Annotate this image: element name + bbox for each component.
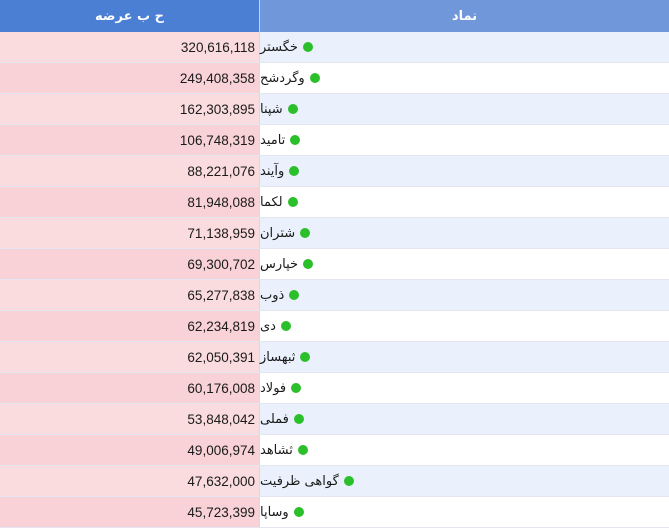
symbol-label[interactable]: خگستر [260, 40, 298, 55]
symbol-cell[interactable]: شتران [260, 218, 669, 248]
table-row[interactable]: 45,723,399 وساپا [0, 497, 669, 528]
symbol-cell[interactable]: گواهی ظرفیت [260, 466, 669, 496]
table-row[interactable]: 49,006,974 ثشاهد [0, 435, 669, 466]
table-row[interactable]: 60,176,008 فولاد [0, 373, 669, 404]
table-row[interactable]: 81,948,088 لکما [0, 187, 669, 218]
symbol-cell[interactable]: ثشاهد [260, 435, 669, 465]
status-dot-icon [297, 445, 308, 455]
table-row[interactable]: 65,277,838 ذوب [0, 280, 669, 311]
table-row[interactable]: 62,234,819 دی [0, 311, 669, 342]
table-row[interactable]: 249,408,358 وگردشح [0, 63, 669, 94]
symbol-label[interactable]: ذوب [260, 288, 284, 303]
symbol-cell[interactable]: خپارس [260, 249, 669, 279]
status-dot-icon [293, 414, 304, 424]
supply-volume-cell: 249,408,358 [0, 63, 260, 93]
status-dot-icon [300, 352, 311, 362]
status-dot-icon [302, 42, 313, 52]
table-row[interactable]: 88,221,076 وآیند [0, 156, 669, 187]
supply-volume-cell: 62,234,819 [0, 311, 260, 341]
table-row[interactable]: 71,138,959 شتران [0, 218, 669, 249]
status-dot-icon [287, 104, 298, 114]
symbol-cell[interactable]: وگردشح [260, 63, 669, 93]
status-dot-icon [289, 166, 300, 176]
symbol-label[interactable]: شتران [260, 226, 295, 241]
supply-volume-cell: 60,176,008 [0, 373, 260, 403]
status-dot-icon [289, 290, 300, 300]
symbol-cell[interactable]: فولاد [260, 373, 669, 403]
symbol-label[interactable]: ثشاهد [260, 443, 293, 458]
supply-volume-cell: 162,303,895 [0, 94, 260, 124]
column-header-supply-volume[interactable]: ح ب عرضه [0, 0, 260, 32]
supply-volume-cell: 45,723,399 [0, 497, 260, 527]
symbol-cell[interactable]: ثبهساز [260, 342, 669, 372]
symbol-label[interactable]: وگردشح [260, 71, 305, 86]
symbol-label[interactable]: لکما [260, 195, 283, 210]
symbol-cell[interactable]: شپنا [260, 94, 669, 124]
status-dot-icon [290, 135, 301, 145]
symbol-label[interactable]: وساپا [260, 505, 289, 520]
table-row[interactable]: 53,848,042 فملی [0, 404, 669, 435]
table-row[interactable]: 62,050,391 ثبهساز [0, 342, 669, 373]
symbol-label[interactable]: گواهی ظرفیت [260, 474, 339, 489]
symbol-label[interactable]: دی [260, 319, 276, 334]
status-dot-icon [287, 197, 298, 207]
table-row[interactable]: 69,300,702 خپارس [0, 249, 669, 280]
symbol-label[interactable]: خپارس [260, 257, 298, 272]
status-dot-icon [303, 259, 314, 269]
table-row[interactable]: 106,748,319 تامید [0, 125, 669, 156]
supply-volume-cell: 69,300,702 [0, 249, 260, 279]
symbol-label[interactable]: فملی [260, 412, 289, 427]
symbol-label[interactable]: تامید [260, 133, 285, 148]
supply-volume-cell: 47,632,000 [0, 466, 260, 496]
supply-volume-cell: 71,138,959 [0, 218, 260, 248]
symbol-label[interactable]: ثبهساز [260, 350, 295, 365]
table-row[interactable]: 162,303,895 شپنا [0, 94, 669, 125]
supply-volume-cell: 62,050,391 [0, 342, 260, 372]
column-header-symbol[interactable]: نماد [260, 0, 669, 32]
symbol-label[interactable]: وآیند [260, 164, 284, 179]
table-row[interactable]: 320,616,118 خگستر [0, 32, 669, 63]
table-header: ح ب عرضه نماد [0, 0, 669, 32]
supply-volume-cell: 53,848,042 [0, 404, 260, 434]
supply-volume-cell: 81,948,088 [0, 187, 260, 217]
supply-volume-cell: 65,277,838 [0, 280, 260, 310]
status-dot-icon [300, 228, 311, 238]
supply-volume-cell: 88,221,076 [0, 156, 260, 186]
symbol-cell[interactable]: فملی [260, 404, 669, 434]
symbol-label[interactable]: فولاد [260, 381, 286, 396]
supply-volume-table: ح ب عرضه نماد 320,616,118 خگستر 249,408,35… [0, 0, 669, 528]
symbol-cell[interactable]: وساپا [260, 497, 669, 527]
table-body: 320,616,118 خگستر 249,408,358 وگردشح 162,303… [0, 32, 669, 528]
symbol-cell[interactable]: تامید [260, 125, 669, 155]
status-dot-icon [291, 383, 302, 393]
status-dot-icon [343, 476, 354, 486]
status-dot-icon [280, 321, 291, 331]
symbol-label[interactable]: شپنا [260, 102, 283, 117]
supply-volume-cell: 106,748,319 [0, 125, 260, 155]
status-dot-icon [309, 73, 320, 83]
supply-volume-cell: 49,006,974 [0, 435, 260, 465]
symbol-cell[interactable]: دی [260, 311, 669, 341]
symbol-cell[interactable]: خگستر [260, 32, 669, 62]
table-row[interactable]: 47,632,000 گواهی ظرفیت [0, 466, 669, 497]
status-dot-icon [293, 507, 304, 517]
supply-volume-cell: 320,616,118 [0, 32, 260, 62]
symbol-cell[interactable]: وآیند [260, 156, 669, 186]
symbol-cell[interactable]: ذوب [260, 280, 669, 310]
symbol-cell[interactable]: لکما [260, 187, 669, 217]
